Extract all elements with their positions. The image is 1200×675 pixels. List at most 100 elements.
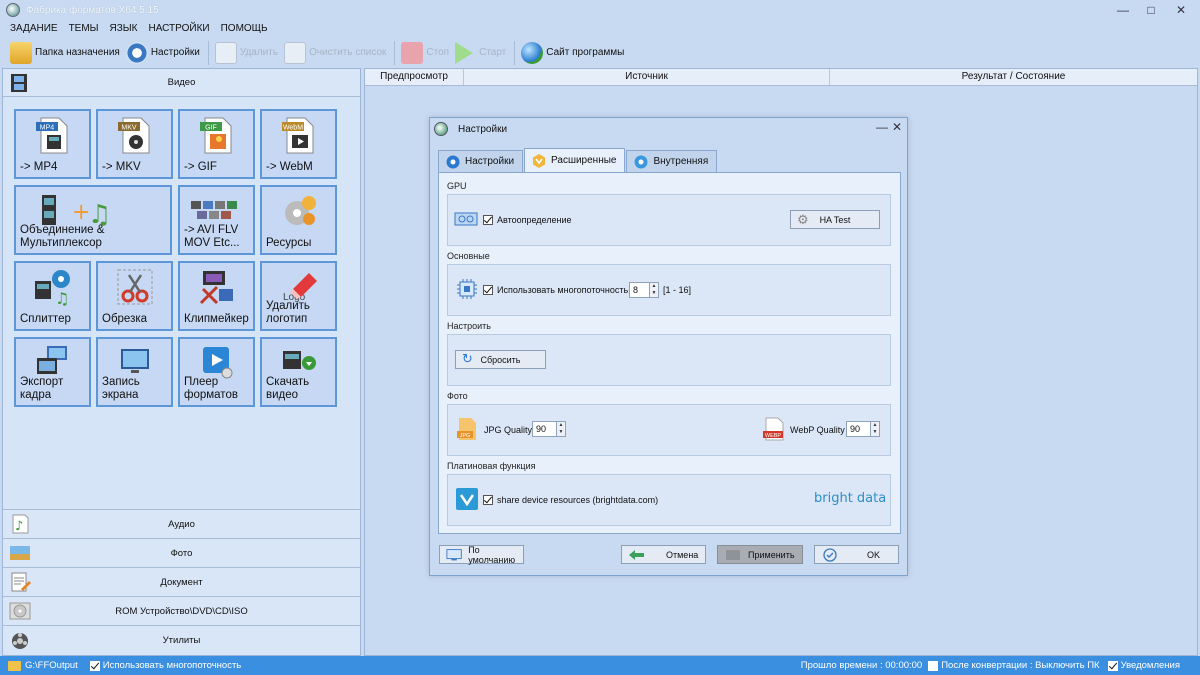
tile-frame-export[interactable]: Экспорт кадра bbox=[14, 337, 91, 407]
website-button[interactable]: Сайт программы bbox=[521, 40, 624, 66]
share-resources-label: share device resources (brightdata.com) bbox=[497, 495, 659, 505]
close-icon[interactable]: ✕ bbox=[1166, 2, 1196, 18]
dialog-minimize-icon[interactable]: — bbox=[876, 120, 888, 134]
play-icon bbox=[455, 41, 474, 64]
svg-text:♪: ♪ bbox=[15, 519, 23, 534]
default-button[interactable]: По умолчанию bbox=[439, 545, 524, 565]
tile-download-video[interactable]: Скачать видео bbox=[260, 337, 337, 407]
menu-help[interactable]: ПОМОЩЬ bbox=[221, 23, 268, 34]
cpu-icon bbox=[457, 279, 477, 299]
category-utilities[interactable]: Утилиты bbox=[3, 625, 360, 654]
notifications-checkbox[interactable] bbox=[1107, 660, 1118, 671]
stepper-arrows-icon[interactable]: ▲ ▼ bbox=[870, 422, 879, 436]
ok-button[interactable]: OK bbox=[814, 545, 899, 564]
column-source[interactable]: Источник bbox=[464, 69, 830, 85]
back-arrow-icon bbox=[629, 549, 644, 560]
auto-detect-checkbox[interactable] bbox=[483, 215, 493, 225]
delete-button[interactable]: Удалить bbox=[214, 40, 278, 66]
clear-list-button[interactable]: Очистить список bbox=[284, 40, 386, 66]
tile-format-player[interactable]: Плеер форматов bbox=[178, 337, 255, 407]
mp4-file-icon: MP4 bbox=[35, 117, 67, 154]
menu-themes[interactable]: ТЕМЫ bbox=[69, 23, 99, 34]
gpu-card-icon bbox=[454, 212, 478, 226]
output-path[interactable]: G:\FFOutput bbox=[25, 660, 78, 671]
settings-button[interactable]: Настройки bbox=[125, 40, 200, 66]
gear-icon bbox=[446, 155, 460, 168]
stepper-arrows-icon[interactable]: ▲ ▼ bbox=[649, 283, 658, 297]
start-button[interactable]: Старт bbox=[455, 40, 506, 66]
jpg-quality-stepper[interactable]: 90 ▲ ▼ bbox=[532, 421, 566, 437]
jpg-file-icon: JPG bbox=[457, 418, 476, 440]
clear-icon bbox=[284, 41, 307, 64]
svg-text:♫: ♫ bbox=[55, 289, 69, 307]
document-icon bbox=[11, 572, 31, 592]
adjust-group: ↻ Сбросить bbox=[447, 334, 891, 386]
tile-screen-record[interactable]: Запись экрана bbox=[96, 337, 173, 407]
apply-icon bbox=[726, 549, 740, 560]
tile-merge-mux[interactable]: + ♫ Объединение & Мультиплексор bbox=[14, 185, 172, 255]
menu-settings[interactable]: НАСТРОЙКИ bbox=[149, 23, 210, 34]
tab-settings[interactable]: Настройки bbox=[438, 150, 524, 172]
mkv-file-icon: MKV bbox=[117, 117, 149, 154]
svg-text:JPG: JPG bbox=[460, 433, 471, 439]
status-multithread-checkbox[interactable] bbox=[89, 660, 100, 671]
column-preview[interactable]: Предпросмотр bbox=[365, 69, 464, 85]
threads-stepper[interactable]: 8 ▲ ▼ bbox=[629, 282, 659, 298]
dialog-title-bar: Настройки — ✕ bbox=[430, 118, 907, 140]
tile-clipmaker[interactable]: Клипмейкер bbox=[178, 261, 255, 331]
category-rom[interactable]: ROM Устройство\DVD\CD\ISO bbox=[3, 596, 360, 625]
stop-button[interactable]: Стоп bbox=[401, 40, 449, 66]
svg-text:MKV: MKV bbox=[121, 125, 137, 132]
menu-task[interactable]: ЗАДАНИЕ bbox=[10, 23, 58, 34]
settings-dialog: Настройки — ✕ Настройки Расширенные Внут… bbox=[429, 117, 908, 576]
multithread-checkbox[interactable] bbox=[483, 285, 493, 295]
tile-crop[interactable]: Обрезка bbox=[96, 261, 173, 331]
folder-icon bbox=[10, 41, 32, 64]
section-photo-title: Фото bbox=[447, 391, 468, 401]
dialog-app-icon bbox=[434, 122, 448, 136]
svg-text:GIF: GIF bbox=[205, 125, 217, 132]
check-circle-icon bbox=[823, 547, 837, 562]
share-resources-checkbox[interactable] bbox=[483, 495, 493, 505]
stop-icon bbox=[401, 41, 424, 64]
webp-quality-label: WebP Quality bbox=[790, 425, 845, 435]
ha-test-button[interactable]: ⚙ HA Test bbox=[790, 210, 880, 229]
video-category-header[interactable]: Видео bbox=[3, 69, 360, 97]
brightdata-brand[interactable]: bright data bbox=[814, 491, 886, 506]
section-adjust-title: Настроить bbox=[447, 321, 491, 331]
auto-detect-label: Автоопределение bbox=[497, 215, 572, 225]
tile-splitter[interactable]: ♫ Сплиттер bbox=[14, 261, 91, 331]
maximize-icon[interactable]: □ bbox=[1136, 2, 1166, 18]
section-basic-title: Основные bbox=[447, 251, 490, 261]
tile-mkv[interactable]: MKV -> MKV bbox=[96, 109, 173, 179]
tab-internal[interactable]: Внутренняя bbox=[626, 150, 718, 172]
splitter-icon: ♫ bbox=[34, 270, 70, 307]
minimize-icon[interactable]: — bbox=[1108, 2, 1138, 18]
tile-webm[interactable]: WebM -> WebM bbox=[260, 109, 337, 179]
tile-resources[interactable]: Ресурсы bbox=[260, 185, 337, 255]
after-conversion-checkbox[interactable] bbox=[928, 660, 939, 671]
delete-icon bbox=[214, 41, 237, 64]
music-note-icon: ♪ bbox=[12, 514, 29, 534]
tile-avi-flv-mov[interactable]: -> AVI FLV MOV Etc... bbox=[178, 185, 255, 255]
category-audio[interactable]: ♪ Аудио bbox=[3, 509, 360, 538]
tile-mp4[interactable]: MP4 -> MP4 bbox=[14, 109, 91, 179]
webp-quality-stepper[interactable]: 90 ▲ ▼ bbox=[846, 421, 880, 437]
tile-gif[interactable]: GIF -> GIF bbox=[178, 109, 255, 179]
reset-button[interactable]: ↻ Сбросить bbox=[455, 350, 546, 369]
cancel-button[interactable]: Отмена bbox=[621, 545, 706, 564]
utilities-icon bbox=[12, 633, 28, 649]
column-result[interactable]: Результат / Состояние bbox=[830, 69, 1197, 85]
tile-remove-logo[interactable]: Logo Удалить логотип bbox=[260, 261, 337, 331]
category-photo[interactable]: Фото bbox=[3, 538, 360, 567]
menu-language[interactable]: ЯЗЫК bbox=[110, 23, 138, 34]
toolbar-separator bbox=[394, 40, 396, 65]
basic-group: Использовать многопоточность 8 ▲ ▼ [1 - 1… bbox=[447, 264, 891, 316]
category-document[interactable]: Документ bbox=[3, 567, 360, 596]
apply-button[interactable]: Применить bbox=[717, 545, 803, 564]
globe-icon bbox=[521, 41, 544, 64]
dest-folder-button[interactable]: Папка назначения bbox=[10, 40, 120, 66]
tab-advanced[interactable]: Расширенные bbox=[524, 148, 626, 172]
stepper-arrows-icon[interactable]: ▲ ▼ bbox=[556, 422, 565, 436]
dialog-close-icon[interactable]: ✕ bbox=[892, 120, 902, 134]
